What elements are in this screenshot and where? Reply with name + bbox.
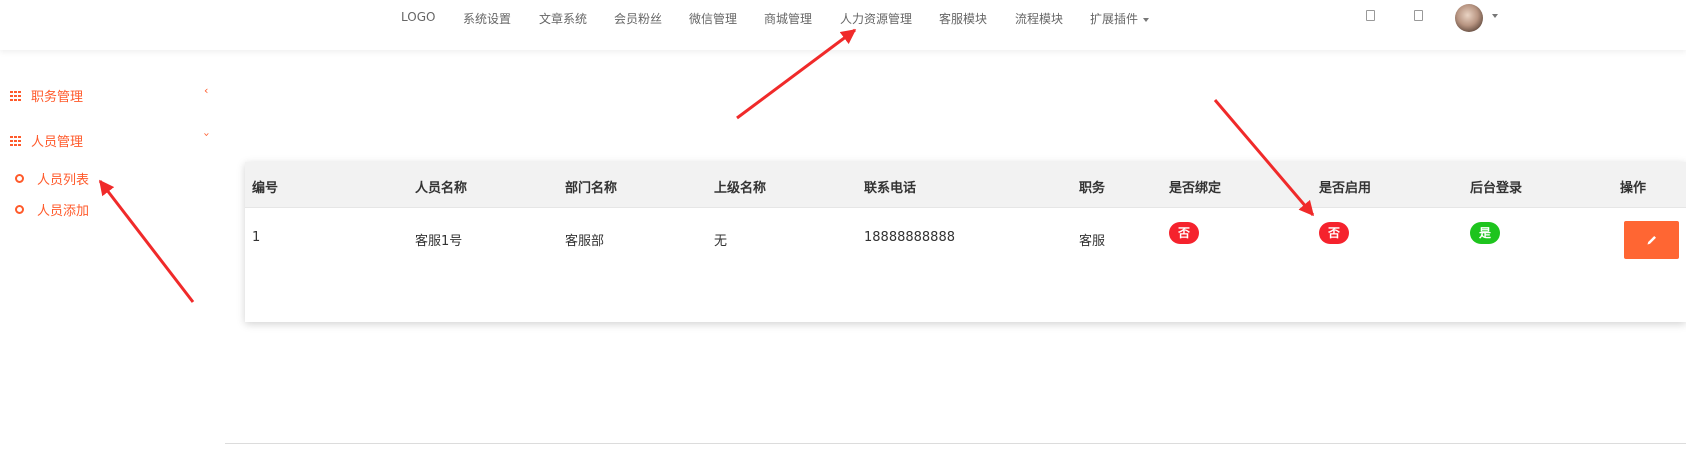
column-header-bound: 是否绑定	[1169, 181, 1222, 196]
sidebar-item-label: 人员管理	[31, 135, 84, 150]
divider	[225, 443, 1686, 444]
nav-item-system-settings[interactable]: 系统设置	[463, 10, 511, 27]
column-header-enabled: 是否启用	[1319, 181, 1372, 196]
column-header-id: 编号	[252, 181, 279, 196]
nav-item-extensions[interactable]: 扩展插件	[1090, 10, 1150, 27]
cell-superior: 无	[714, 234, 728, 249]
column-header-name: 人员名称	[415, 181, 468, 196]
nav-item-extensions-label: 扩展插件	[1090, 12, 1139, 26]
chevron-down-icon	[1143, 17, 1150, 22]
staff-table: 编号 人员名称 部门名称 上级名称 联系电话 职务 是否绑定 是否启用 后台登录…	[245, 162, 1686, 322]
grid-icon	[10, 90, 22, 101]
sidebar-item-label: 职务管理	[31, 90, 84, 105]
nav-item-article-system[interactable]: 文章系统	[539, 10, 587, 27]
circle-icon	[15, 174, 24, 183]
tile-icon[interactable]	[1366, 10, 1375, 21]
cell-id: 1	[252, 230, 261, 245]
nav-item-customer-service[interactable]: 客服模块	[939, 10, 987, 27]
nav-item-member-fans[interactable]: 会员粉丝	[614, 10, 662, 27]
pencil-icon	[1647, 236, 1656, 245]
top-navbar: LOGO 系统设置 文章系统 会员粉丝 微信管理 商城管理 人力资源管理 客服模…	[0, 0, 1686, 50]
edit-button[interactable]	[1624, 221, 1679, 259]
circle-icon	[15, 205, 24, 214]
column-header-backend-login: 后台登录	[1470, 181, 1523, 196]
sidebar-subitem-staff-add[interactable]: 人员添加	[15, 200, 89, 219]
enabled-status-badge[interactable]: 否	[1319, 222, 1349, 244]
sidebar-subitem-label: 人员添加	[37, 204, 90, 219]
logo[interactable]: LOGO	[401, 10, 435, 24]
nav-item-workflow[interactable]: 流程模块	[1015, 10, 1063, 27]
grid-icon	[10, 135, 22, 146]
cell-name: 客服1号	[415, 234, 463, 249]
sidebar-subitem-label: 人员列表	[37, 173, 90, 188]
tile-icon[interactable]	[1414, 10, 1423, 21]
sidebar-subitem-staff-list[interactable]: 人员列表	[15, 169, 89, 188]
chevron-down-icon: ‹	[199, 132, 213, 137]
chevron-down-icon[interactable]	[1492, 14, 1498, 18]
nav-item-mall[interactable]: 商城管理	[764, 10, 812, 27]
sidebar-item-job-management[interactable]: 职务管理	[10, 86, 83, 105]
sidebar-item-staff-management[interactable]: 人员管理	[10, 131, 83, 150]
avatar[interactable]	[1455, 4, 1483, 32]
column-header-actions: 操作	[1620, 181, 1647, 196]
column-header-superior: 上级名称	[714, 181, 767, 196]
nav-item-hr[interactable]: 人力资源管理	[840, 10, 912, 27]
bound-status-badge[interactable]: 否	[1169, 222, 1199, 244]
cell-department: 客服部	[565, 234, 605, 249]
backend-login-status-badge[interactable]: 是	[1470, 222, 1500, 244]
column-header-department: 部门名称	[565, 181, 618, 196]
table-header: 编号 人员名称 部门名称 上级名称 联系电话 职务 是否绑定 是否启用 后台登录…	[245, 162, 1686, 208]
cell-phone: 18888888888	[864, 230, 955, 245]
annotation-arrow	[98, 179, 195, 303]
nav-item-wechat[interactable]: 微信管理	[689, 10, 737, 27]
column-header-position: 职务	[1079, 181, 1106, 196]
column-header-phone: 联系电话	[864, 181, 917, 196]
cell-position: 客服	[1079, 234, 1106, 249]
chevron-left-icon: ‹	[204, 84, 209, 97]
